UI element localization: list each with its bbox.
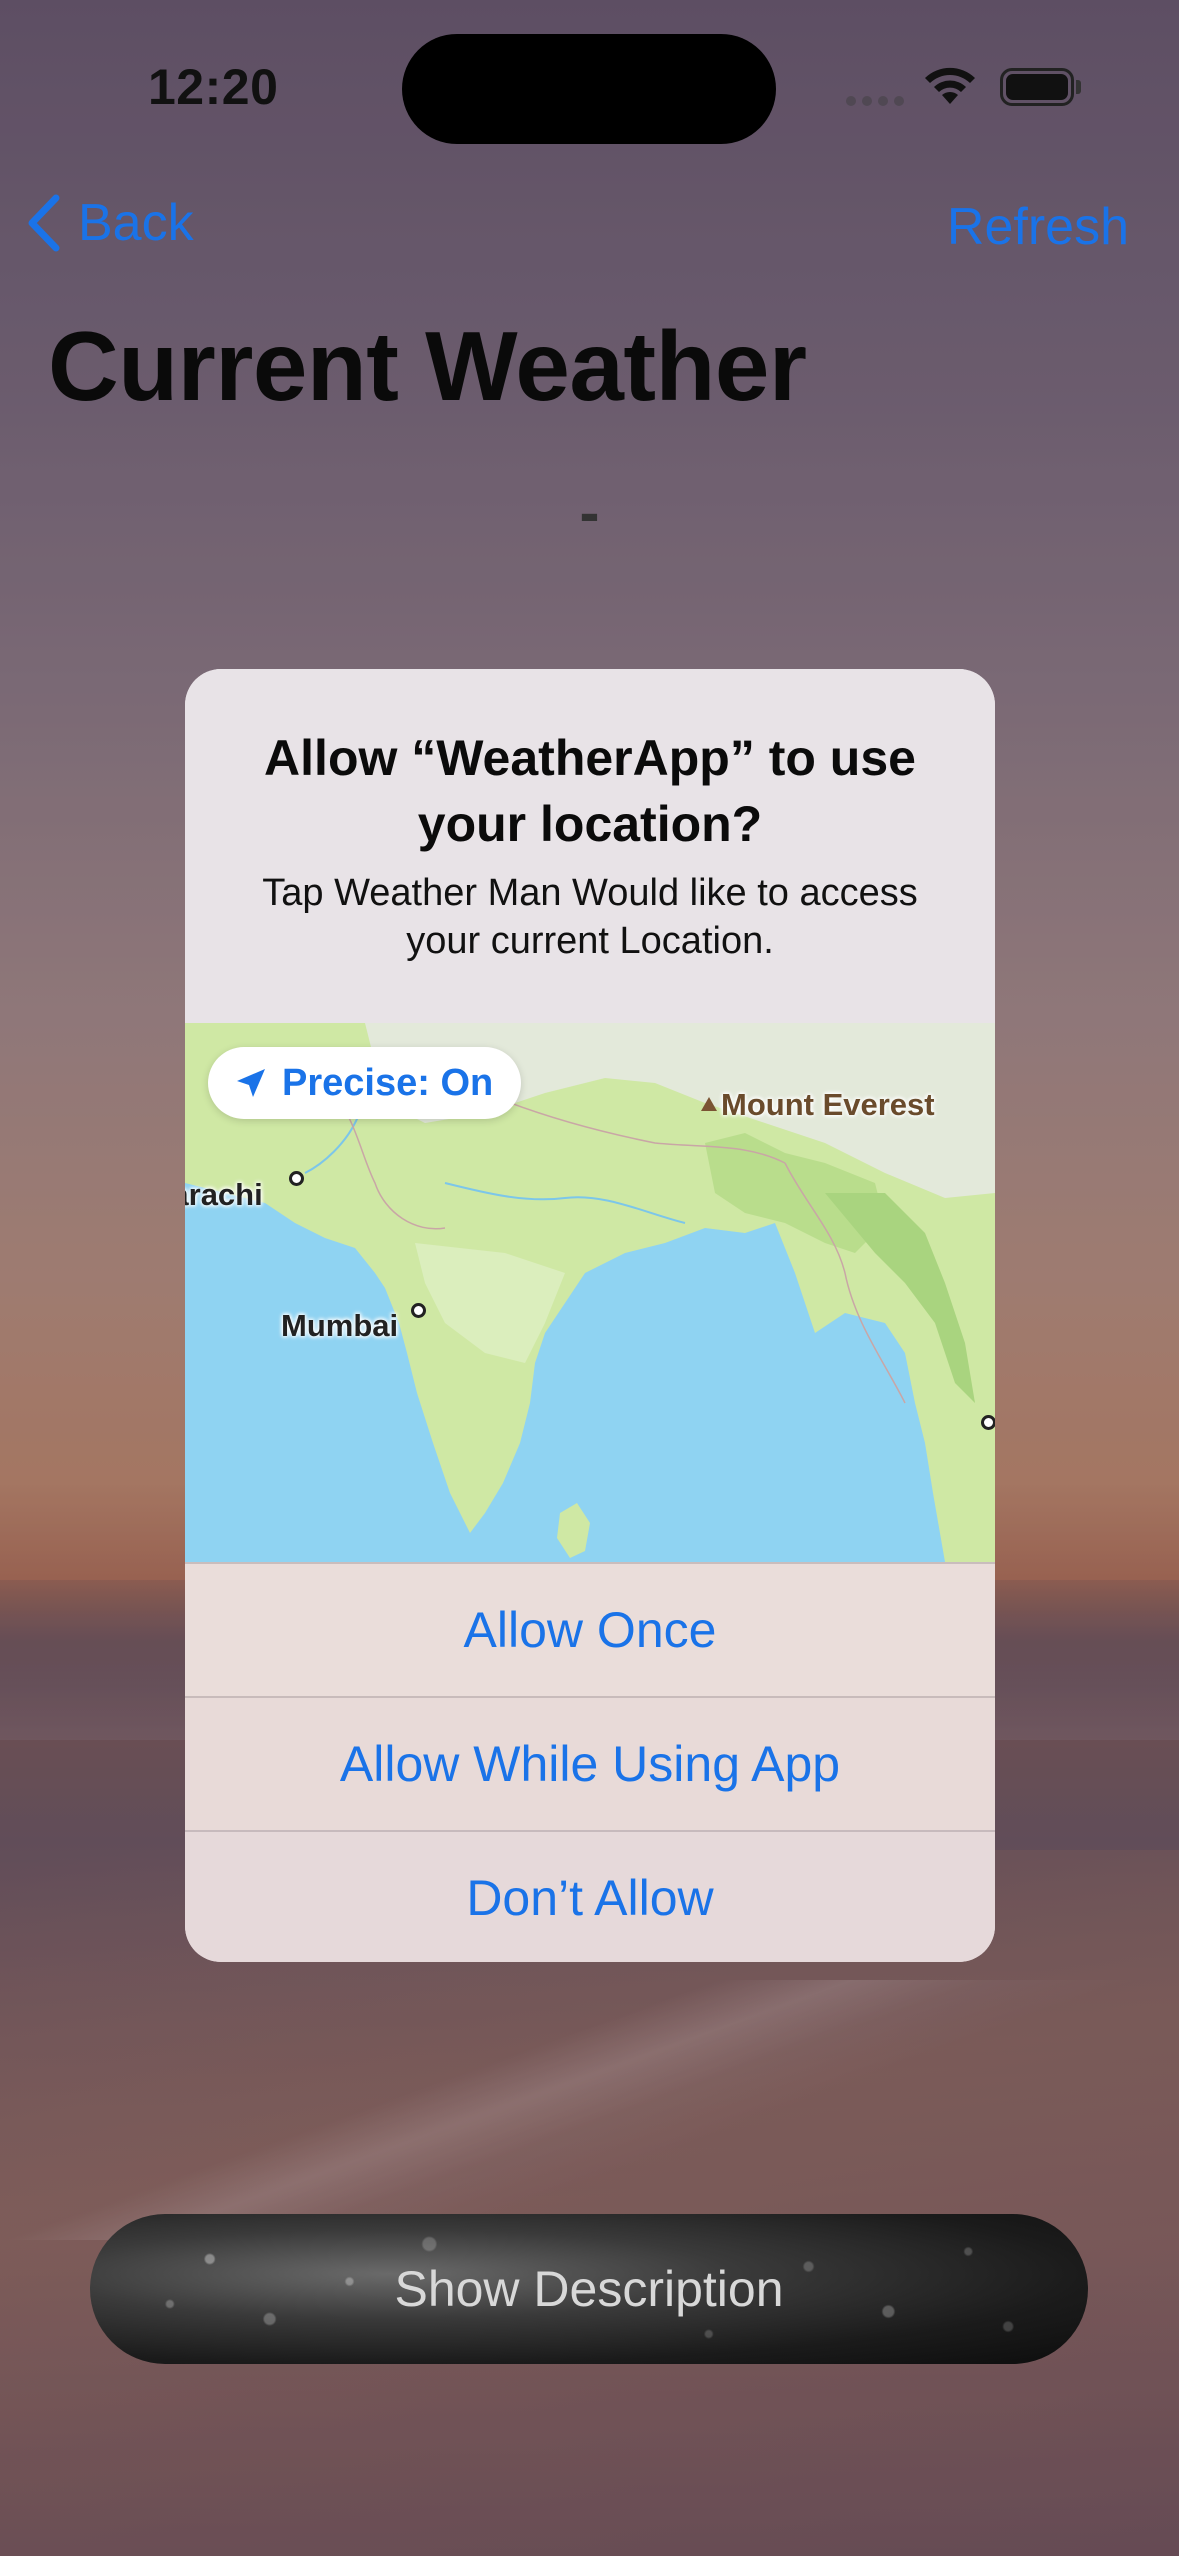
battery-icon [1000,68,1074,106]
wifi-icon [925,67,975,104]
location-map: Precise: On Mount Everest Karachi Mumbai [185,1023,995,1562]
allow-once-button[interactable]: Allow Once [185,1562,995,1696]
city-dot-edge [981,1415,995,1430]
map-label-mumbai: Mumbai [281,1308,399,1343]
location-arrow-icon [237,1069,265,1097]
refresh-button[interactable]: Refresh [947,197,1129,257]
status-time: 12:20 [148,59,279,115]
back-label: Back [78,194,194,252]
screen: 12:20 Back Refresh Current Weather - All… [0,0,1179,2556]
precise-label: Precise: On [282,1061,494,1104]
city-dot-mumbai [411,1303,426,1318]
precise-location-toggle[interactable]: Precise: On [208,1047,522,1119]
temperature-value: - [579,479,600,546]
alert-header: Allow “WeatherApp” to use your location?… [185,669,995,1023]
page-title: Current Weather [48,311,807,421]
map-label-karachi: Karachi [185,1177,263,1212]
mountain-peak-icon [701,1097,717,1111]
chevron-left-icon [28,194,60,252]
city-dot-karachi [289,1171,304,1186]
cellular-signal-icon [846,96,904,106]
dont-allow-button[interactable]: Don’t Allow [185,1830,995,1962]
alert-message: Tap Weather Man Would like to access you… [262,872,918,962]
alert-title: Allow “WeatherApp” to use your location? [264,730,916,852]
location-permission-alert: Allow “WeatherApp” to use your location?… [185,669,995,1962]
allow-while-using-app-button[interactable]: Allow While Using App [185,1696,995,1830]
back-button[interactable]: Back [24,192,194,254]
battery-cap [1076,80,1081,94]
dynamic-island [402,34,776,144]
show-description-button[interactable]: Show Description [90,2214,1088,2364]
map-label-everest: Mount Everest [721,1087,935,1122]
show-description-label: Show Description [394,2261,784,2317]
